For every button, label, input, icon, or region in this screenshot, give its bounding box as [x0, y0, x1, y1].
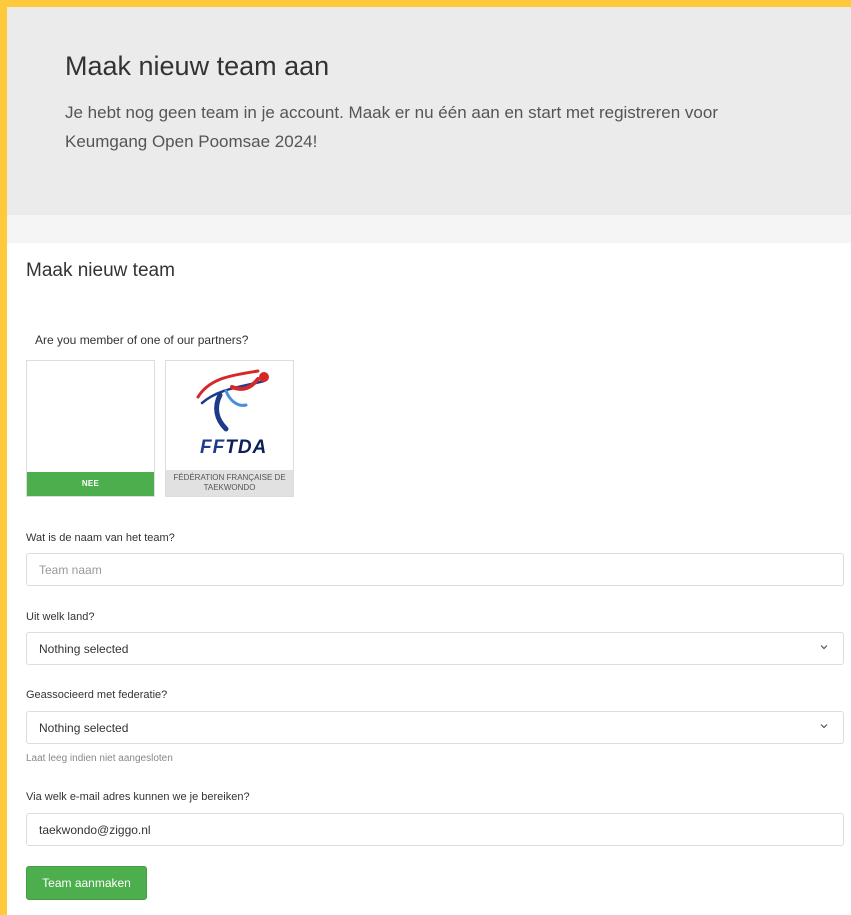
partner-option-fftda[interactable]: FFTDA FÉDÉRATION FRANÇAISE DE TAEKWONDO	[165, 360, 294, 497]
team-name-label: Wat is de naam van het team?	[26, 532, 175, 544]
email-label: Via welk e-mail adres kunnen we je berei…	[26, 791, 250, 803]
country-select-value: Nothing selected	[39, 641, 129, 656]
federation-help-text: Laat leeg indien niet aangesloten	[26, 753, 173, 764]
chevron-down-icon	[820, 645, 828, 650]
top-accent-bar	[0, 0, 851, 7]
country-label: Uit welk land?	[26, 611, 95, 623]
partner-option-label: FÉDÉRATION FRANÇAISE DE TAEKWONDO	[166, 470, 293, 496]
fftda-logo: FFTDA	[180, 367, 280, 463]
partner-option-label: NEE	[27, 472, 154, 496]
left-accent-bar	[0, 0, 7, 915]
email-input[interactable]	[26, 813, 844, 846]
create-team-button[interactable]: Team aanmaken	[26, 866, 147, 900]
federation-select[interactable]: Nothing selected	[26, 711, 844, 744]
partners-question: Are you member of one of our partners?	[35, 333, 249, 347]
hero-divider	[7, 215, 851, 243]
team-name-input[interactable]	[26, 553, 844, 586]
fftda-wordmark: FFTDA	[200, 437, 268, 458]
hero-description: Je hebt nog geen team in je account. Maa…	[65, 103, 718, 151]
fftda-emblem-icon	[196, 369, 269, 432]
federation-label: Geassocieerd met federatie?	[26, 689, 168, 701]
partner-option-none[interactable]: NEE	[26, 360, 155, 497]
page-title: Maak nieuw team aan	[65, 51, 330, 81]
hero-panel: Maak nieuw team aan Je hebt nog geen tea…	[7, 7, 851, 215]
federation-select-value: Nothing selected	[39, 720, 129, 735]
country-select[interactable]: Nothing selected	[26, 632, 844, 665]
form-title: Maak nieuw team	[26, 260, 175, 281]
chevron-down-icon	[820, 724, 828, 729]
